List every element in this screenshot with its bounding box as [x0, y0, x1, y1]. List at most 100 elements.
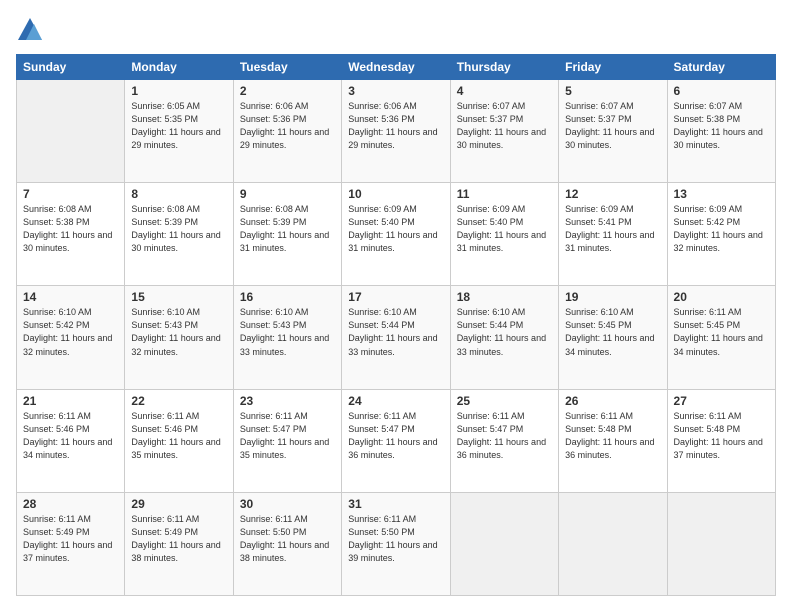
day-info: Sunrise: 6:11 AMSunset: 5:49 PMDaylight:…	[131, 513, 226, 565]
calendar-cell: 8 Sunrise: 6:08 AMSunset: 5:39 PMDayligh…	[125, 183, 233, 286]
calendar-cell: 30 Sunrise: 6:11 AMSunset: 5:50 PMDaylig…	[233, 492, 341, 595]
weekday-header-friday: Friday	[559, 55, 667, 80]
day-number: 22	[131, 394, 226, 408]
calendar-cell: 17 Sunrise: 6:10 AMSunset: 5:44 PMDaylig…	[342, 286, 450, 389]
weekday-header-monday: Monday	[125, 55, 233, 80]
day-info: Sunrise: 6:11 AMSunset: 5:47 PMDaylight:…	[457, 410, 552, 462]
calendar-cell: 15 Sunrise: 6:10 AMSunset: 5:43 PMDaylig…	[125, 286, 233, 389]
day-number: 2	[240, 84, 335, 98]
day-number: 8	[131, 187, 226, 201]
day-info: Sunrise: 6:09 AMSunset: 5:40 PMDaylight:…	[457, 203, 552, 255]
day-info: Sunrise: 6:10 AMSunset: 5:44 PMDaylight:…	[457, 306, 552, 358]
day-info: Sunrise: 6:11 AMSunset: 5:50 PMDaylight:…	[348, 513, 443, 565]
calendar-cell	[559, 492, 667, 595]
calendar-cell: 4 Sunrise: 6:07 AMSunset: 5:37 PMDayligh…	[450, 80, 558, 183]
day-info: Sunrise: 6:11 AMSunset: 5:49 PMDaylight:…	[23, 513, 118, 565]
day-number: 24	[348, 394, 443, 408]
page: SundayMondayTuesdayWednesdayThursdayFrid…	[0, 0, 792, 612]
day-number: 25	[457, 394, 552, 408]
calendar-week-3: 14 Sunrise: 6:10 AMSunset: 5:42 PMDaylig…	[17, 286, 776, 389]
day-number: 19	[565, 290, 660, 304]
day-info: Sunrise: 6:10 AMSunset: 5:42 PMDaylight:…	[23, 306, 118, 358]
day-info: Sunrise: 6:07 AMSunset: 5:38 PMDaylight:…	[674, 100, 769, 152]
day-number: 28	[23, 497, 118, 511]
day-number: 20	[674, 290, 769, 304]
calendar-cell: 22 Sunrise: 6:11 AMSunset: 5:46 PMDaylig…	[125, 389, 233, 492]
calendar-cell: 9 Sunrise: 6:08 AMSunset: 5:39 PMDayligh…	[233, 183, 341, 286]
weekday-header-thursday: Thursday	[450, 55, 558, 80]
day-info: Sunrise: 6:07 AMSunset: 5:37 PMDaylight:…	[457, 100, 552, 152]
day-info: Sunrise: 6:11 AMSunset: 5:47 PMDaylight:…	[240, 410, 335, 462]
logo	[16, 16, 48, 44]
day-number: 10	[348, 187, 443, 201]
day-info: Sunrise: 6:09 AMSunset: 5:41 PMDaylight:…	[565, 203, 660, 255]
day-number: 6	[674, 84, 769, 98]
calendar-cell	[667, 492, 775, 595]
day-info: Sunrise: 6:10 AMSunset: 5:43 PMDaylight:…	[131, 306, 226, 358]
calendar-cell: 27 Sunrise: 6:11 AMSunset: 5:48 PMDaylig…	[667, 389, 775, 492]
day-number: 4	[457, 84, 552, 98]
calendar-cell: 14 Sunrise: 6:10 AMSunset: 5:42 PMDaylig…	[17, 286, 125, 389]
day-number: 3	[348, 84, 443, 98]
calendar-cell: 11 Sunrise: 6:09 AMSunset: 5:40 PMDaylig…	[450, 183, 558, 286]
day-number: 17	[348, 290, 443, 304]
day-number: 30	[240, 497, 335, 511]
day-info: Sunrise: 6:11 AMSunset: 5:45 PMDaylight:…	[674, 306, 769, 358]
calendar-cell: 1 Sunrise: 6:05 AMSunset: 5:35 PMDayligh…	[125, 80, 233, 183]
calendar-cell	[450, 492, 558, 595]
calendar-cell: 7 Sunrise: 6:08 AMSunset: 5:38 PMDayligh…	[17, 183, 125, 286]
calendar-week-4: 21 Sunrise: 6:11 AMSunset: 5:46 PMDaylig…	[17, 389, 776, 492]
day-info: Sunrise: 6:11 AMSunset: 5:46 PMDaylight:…	[23, 410, 118, 462]
calendar-cell: 5 Sunrise: 6:07 AMSunset: 5:37 PMDayligh…	[559, 80, 667, 183]
day-number: 27	[674, 394, 769, 408]
calendar-cell: 25 Sunrise: 6:11 AMSunset: 5:47 PMDaylig…	[450, 389, 558, 492]
calendar-cell: 2 Sunrise: 6:06 AMSunset: 5:36 PMDayligh…	[233, 80, 341, 183]
calendar-week-2: 7 Sunrise: 6:08 AMSunset: 5:38 PMDayligh…	[17, 183, 776, 286]
day-number: 31	[348, 497, 443, 511]
weekday-header-saturday: Saturday	[667, 55, 775, 80]
day-info: Sunrise: 6:10 AMSunset: 5:43 PMDaylight:…	[240, 306, 335, 358]
weekday-header-tuesday: Tuesday	[233, 55, 341, 80]
day-info: Sunrise: 6:05 AMSunset: 5:35 PMDaylight:…	[131, 100, 226, 152]
calendar-week-1: 1 Sunrise: 6:05 AMSunset: 5:35 PMDayligh…	[17, 80, 776, 183]
calendar-cell: 10 Sunrise: 6:09 AMSunset: 5:40 PMDaylig…	[342, 183, 450, 286]
day-number: 21	[23, 394, 118, 408]
day-info: Sunrise: 6:09 AMSunset: 5:40 PMDaylight:…	[348, 203, 443, 255]
calendar-cell: 19 Sunrise: 6:10 AMSunset: 5:45 PMDaylig…	[559, 286, 667, 389]
day-info: Sunrise: 6:11 AMSunset: 5:50 PMDaylight:…	[240, 513, 335, 565]
weekday-header-sunday: Sunday	[17, 55, 125, 80]
day-number: 23	[240, 394, 335, 408]
day-info: Sunrise: 6:11 AMSunset: 5:46 PMDaylight:…	[131, 410, 226, 462]
day-number: 14	[23, 290, 118, 304]
day-number: 18	[457, 290, 552, 304]
calendar-cell: 29 Sunrise: 6:11 AMSunset: 5:49 PMDaylig…	[125, 492, 233, 595]
calendar-cell: 23 Sunrise: 6:11 AMSunset: 5:47 PMDaylig…	[233, 389, 341, 492]
day-number: 12	[565, 187, 660, 201]
day-number: 9	[240, 187, 335, 201]
day-number: 7	[23, 187, 118, 201]
day-number: 11	[457, 187, 552, 201]
day-info: Sunrise: 6:06 AMSunset: 5:36 PMDaylight:…	[348, 100, 443, 152]
calendar-cell: 20 Sunrise: 6:11 AMSunset: 5:45 PMDaylig…	[667, 286, 775, 389]
day-info: Sunrise: 6:09 AMSunset: 5:42 PMDaylight:…	[674, 203, 769, 255]
calendar-cell: 24 Sunrise: 6:11 AMSunset: 5:47 PMDaylig…	[342, 389, 450, 492]
day-number: 1	[131, 84, 226, 98]
day-number: 15	[131, 290, 226, 304]
calendar-cell: 13 Sunrise: 6:09 AMSunset: 5:42 PMDaylig…	[667, 183, 775, 286]
calendar-table: SundayMondayTuesdayWednesdayThursdayFrid…	[16, 54, 776, 596]
calendar-cell: 31 Sunrise: 6:11 AMSunset: 5:50 PMDaylig…	[342, 492, 450, 595]
day-info: Sunrise: 6:08 AMSunset: 5:38 PMDaylight:…	[23, 203, 118, 255]
day-info: Sunrise: 6:07 AMSunset: 5:37 PMDaylight:…	[565, 100, 660, 152]
day-info: Sunrise: 6:11 AMSunset: 5:48 PMDaylight:…	[565, 410, 660, 462]
day-number: 16	[240, 290, 335, 304]
calendar-cell	[17, 80, 125, 183]
weekday-header-wednesday: Wednesday	[342, 55, 450, 80]
day-info: Sunrise: 6:08 AMSunset: 5:39 PMDaylight:…	[240, 203, 335, 255]
day-number: 5	[565, 84, 660, 98]
day-info: Sunrise: 6:11 AMSunset: 5:48 PMDaylight:…	[674, 410, 769, 462]
header	[16, 16, 776, 44]
calendar-week-5: 28 Sunrise: 6:11 AMSunset: 5:49 PMDaylig…	[17, 492, 776, 595]
calendar-cell: 21 Sunrise: 6:11 AMSunset: 5:46 PMDaylig…	[17, 389, 125, 492]
day-info: Sunrise: 6:10 AMSunset: 5:45 PMDaylight:…	[565, 306, 660, 358]
calendar-cell: 26 Sunrise: 6:11 AMSunset: 5:48 PMDaylig…	[559, 389, 667, 492]
